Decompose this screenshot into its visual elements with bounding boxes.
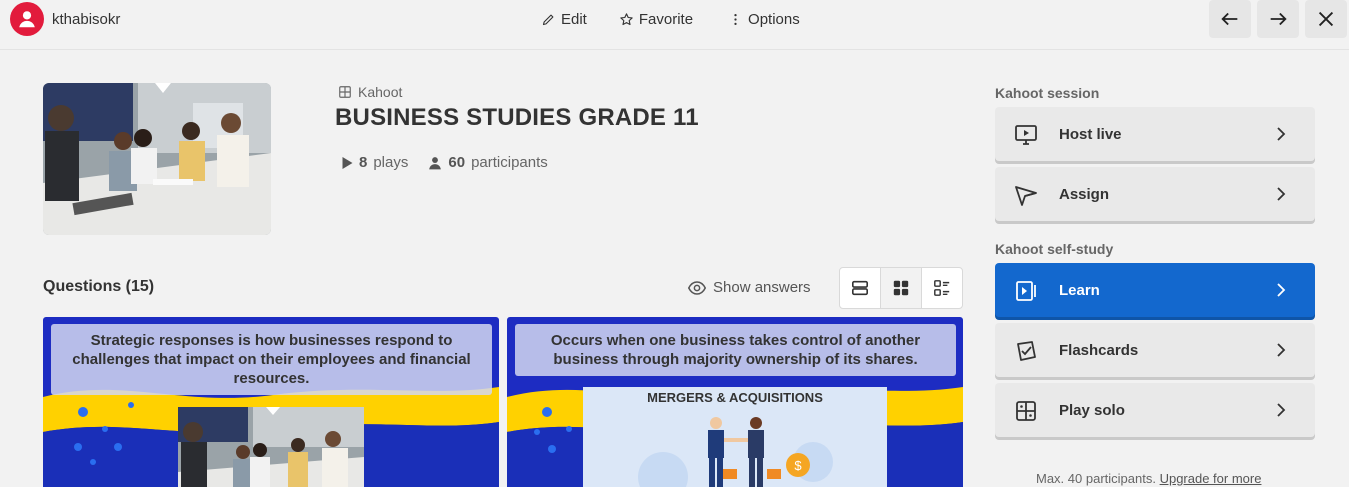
view-grid-button[interactable] [881, 268, 922, 308]
participants-label: participants [471, 154, 548, 171]
participants-count: 60 [448, 154, 466, 171]
favorite-button[interactable]: Favorite [619, 8, 693, 30]
details-view-icon [934, 280, 950, 296]
chevron-right-icon [1277, 127, 1286, 141]
show-answers-label: Show answers [713, 279, 811, 296]
close-icon [1318, 11, 1334, 27]
learn-label: Learn [1059, 282, 1100, 299]
kahoot-cover-image [43, 83, 271, 235]
self-study-heading: Kahoot self-study [995, 241, 1114, 257]
user-menu[interactable]: kthabisokr [10, 2, 121, 36]
flashcards-icon [1017, 341, 1036, 361]
learn-button[interactable]: Learn [995, 263, 1315, 317]
favorite-label: Favorite [638, 10, 694, 28]
chevron-right-icon [1277, 187, 1286, 201]
pencil-icon [542, 14, 554, 25]
edit-label: Edit [561, 10, 587, 28]
max-participants-text: Max. 40 participants. [1036, 471, 1156, 486]
question-text: Occurs when one business takes control o… [515, 324, 956, 376]
session-heading: Kahoot session [995, 85, 1100, 101]
options-button[interactable]: Options [728, 8, 800, 30]
grid-view-icon [893, 280, 909, 296]
play-solo-button[interactable]: Play solo [995, 383, 1315, 437]
question-card[interactable]: Occurs when one business takes control o… [507, 317, 963, 487]
host-live-button[interactable]: Host live [995, 107, 1315, 161]
username: kthabisokr [52, 10, 121, 28]
plays-stat: 8 plays [342, 154, 408, 171]
options-label: Options [748, 10, 800, 28]
questions-heading: Questions (15) [43, 278, 155, 295]
plays-count: 8 [359, 154, 368, 171]
assign-label: Assign [1059, 186, 1110, 203]
learn-play-icon [1016, 281, 1036, 301]
close-button[interactable] [1305, 0, 1347, 38]
chevron-right-icon [1277, 283, 1286, 297]
forward-button[interactable] [1257, 0, 1299, 38]
image-caption: MERGERS & ACQUISITIONS [647, 390, 823, 405]
view-mode-toggle [839, 267, 963, 309]
question-text: Strategic responses is how businesses re… [51, 324, 492, 395]
list-view-icon [851, 280, 869, 296]
send-icon [1015, 186, 1037, 206]
kahoot-grid-icon [339, 86, 351, 98]
arrow-right-icon [1270, 12, 1287, 26]
arrow-left-icon [1221, 12, 1238, 26]
question-card[interactable]: Strategic responses is how businesses re… [43, 317, 499, 487]
play-icon [342, 156, 353, 169]
kebab-icon [734, 13, 737, 25]
show-answers-toggle[interactable]: Show answers [688, 279, 811, 296]
kahoot-type-label: Kahoot [358, 84, 403, 100]
question-image [178, 407, 364, 487]
view-details-button[interactable] [922, 268, 962, 308]
edit-button[interactable]: Edit [541, 8, 587, 30]
person-icon [429, 156, 442, 169]
avatar-icon [10, 2, 44, 36]
view-list-button[interactable] [840, 268, 881, 308]
kahoot-stats: 8 plays 60 participants [342, 154, 548, 171]
upgrade-link[interactable]: Upgrade for more [1160, 471, 1262, 486]
question-image: MERGERS & ACQUISITIONS $ [583, 387, 887, 487]
flashcards-button[interactable]: Flashcards [995, 323, 1315, 377]
participants-stat: 60 participants [428, 154, 548, 171]
play-solo-label: Play solo [1059, 402, 1125, 419]
present-icon [1015, 125, 1037, 145]
svg-text:$: $ [794, 458, 802, 473]
top-bar: kthabisokr Edit Favorite Options [0, 0, 1349, 50]
plays-label: plays [373, 154, 409, 171]
back-button[interactable] [1209, 0, 1251, 38]
kahoot-type: Kahoot [338, 84, 402, 100]
star-icon [620, 12, 633, 25]
kahoot-title: BUSINESS STUDIES GRADE 11 [335, 104, 699, 131]
grid-icon [1016, 401, 1036, 421]
eye-icon [688, 280, 706, 295]
chevron-right-icon [1277, 403, 1286, 417]
flashcards-label: Flashcards [1059, 342, 1139, 359]
chevron-right-icon [1277, 343, 1286, 357]
host-live-label: Host live [1059, 126, 1122, 143]
participants-limit-note: Max. 40 participants. Upgrade for more [1036, 471, 1261, 486]
assign-button[interactable]: Assign [995, 167, 1315, 221]
top-actions: Edit Favorite Options [541, 8, 800, 30]
